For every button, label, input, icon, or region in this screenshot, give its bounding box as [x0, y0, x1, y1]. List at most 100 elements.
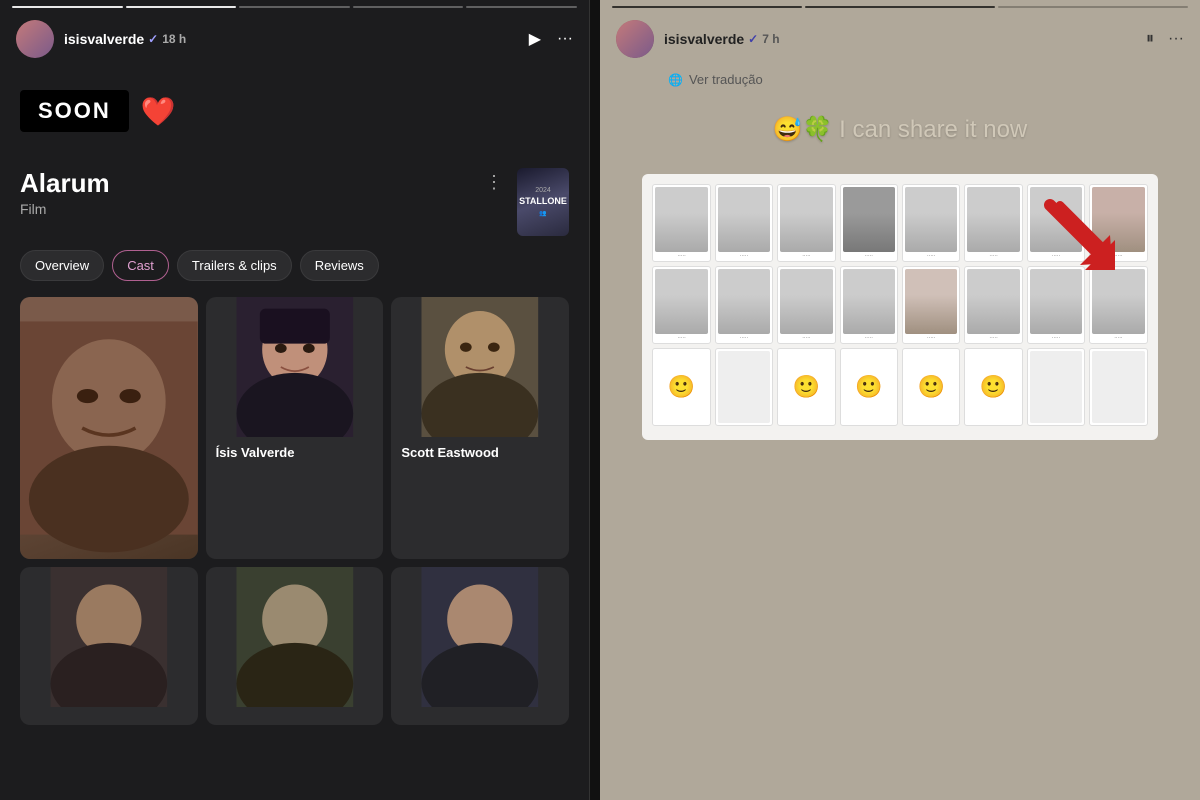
cast-info-6: [391, 707, 569, 725]
tab-reviews[interactable]: Reviews: [300, 250, 379, 281]
movie-more-icon[interactable]: ⋮: [481, 168, 507, 197]
board-photo-2-7: [1030, 269, 1082, 334]
story-header-right: isisvalverde ✓ 7 h ⏸ ···: [600, 8, 1200, 70]
tab-overview[interactable]: Overview: [20, 250, 104, 281]
board-item-3-8[interactable]: [1089, 348, 1147, 426]
pause-button[interactable]: ⏸: [1146, 30, 1154, 48]
tab-trailers[interactable]: Trailers & clips: [177, 250, 292, 281]
board-item-3-2[interactable]: [715, 348, 773, 426]
board-item-3-5[interactable]: 🙂: [902, 348, 960, 426]
cast-card-isis[interactable]: Ísis Valverde: [206, 297, 384, 559]
poster-title: STALLONE: [519, 196, 567, 207]
soon-content: SOON ❤️: [0, 70, 589, 152]
story-meta-right: isisvalverde ✓ 7 h: [664, 31, 1136, 47]
tab-cast[interactable]: Cast: [112, 250, 169, 281]
board-item-1-5[interactable]: ·····: [902, 184, 960, 262]
board-photo-1-2: [718, 187, 770, 252]
story-header-left: isisvalverde ✓ 18 h ▶ ···: [0, 8, 589, 70]
smiley-1: 🙂: [668, 351, 695, 423]
board-photo-2-6: [967, 269, 1019, 334]
movie-poster[interactable]: 2024 STALLONE 👥: [517, 168, 569, 236]
stallone-face-svg: [20, 297, 198, 559]
cast-photo-4: [20, 567, 198, 707]
board-item-3-7[interactable]: [1027, 348, 1085, 426]
board-item-2-8[interactable]: ·····: [1089, 266, 1147, 344]
arrow-container: [1040, 195, 1120, 275]
smiley-2: 🙂: [793, 351, 820, 423]
username-text-right: isisvalverde: [664, 31, 744, 47]
smiley-face-5: 🙂: [980, 374, 1007, 400]
board-name-2-3: ·····: [802, 335, 810, 341]
cast-photo-scott: [391, 297, 569, 437]
play-button[interactable]: ▶: [529, 29, 541, 49]
smiley-face-1: 🙂: [668, 374, 695, 400]
cast-photo-isis: [206, 297, 384, 437]
cast-card-scott[interactable]: Scott Eastwood: [391, 297, 569, 559]
more-button-right[interactable]: ···: [1168, 30, 1184, 48]
board-photo-2-1: [655, 269, 707, 334]
board-item-2-4[interactable]: ·····: [840, 266, 898, 344]
board-item-2-6[interactable]: ·····: [964, 266, 1022, 344]
story-controls-right: ⏸ ···: [1146, 30, 1184, 48]
board-photo-2-3: [780, 269, 832, 334]
board-name-2-5: ·····: [927, 335, 935, 341]
cast-card-stallone[interactable]: Sylvester Stallone Chester: [20, 297, 198, 559]
movie-section: Alarum Film ⋮ 2024 STALLONE 👥 Overview C…: [0, 152, 589, 800]
board-item-2-5[interactable]: ·····: [902, 266, 960, 344]
smiley-5: 🙂: [980, 351, 1007, 423]
board-name-2-7: ·····: [1052, 335, 1060, 341]
story-content: 😅🍀 I can share it now ·····: [600, 95, 1200, 800]
board-name-1-6: ·····: [989, 253, 997, 259]
story-time-left: 18 h: [162, 32, 186, 46]
progress-bars-left: [0, 0, 589, 8]
story-controls-left: ▶ ···: [529, 29, 573, 49]
board-item-3-6[interactable]: 🙂: [964, 348, 1022, 426]
verified-badge-right: ✓: [748, 32, 758, 46]
board-item-2-2[interactable]: ·····: [715, 266, 773, 344]
board-item-3-4[interactable]: 🙂: [840, 348, 898, 426]
board-item-2-1[interactable]: ·····: [652, 266, 710, 344]
board-photo-2-4: [843, 269, 895, 334]
cast-card-4[interactable]: [20, 567, 198, 725]
board-name-2-1: ·····: [677, 335, 685, 341]
board-item-3-3[interactable]: 🙂: [777, 348, 835, 426]
cast-card-5[interactable]: [206, 567, 384, 725]
right-panel: isisvalverde ✓ 7 h ⏸ ··· 🌐 Ver tradução …: [600, 0, 1200, 800]
board-item-2-7[interactable]: ·····: [1027, 266, 1085, 344]
left-panel: isisvalverde ✓ 18 h ▶ ··· SOON ❤️ Alarum…: [0, 0, 590, 800]
board-item-2-3[interactable]: ·····: [777, 266, 835, 344]
username-text-left: isisvalverde: [64, 31, 144, 47]
board-photo-3-8: [1092, 351, 1144, 423]
avatar-left[interactable]: [16, 20, 54, 58]
board-photo-1-6: [967, 187, 1019, 252]
board-item-1-2[interactable]: ·····: [715, 184, 773, 262]
translation-text[interactable]: Ver tradução: [689, 72, 763, 87]
board-item-3-1[interactable]: 🙂: [652, 348, 710, 426]
board-item-1-4[interactable]: ·····: [840, 184, 898, 262]
smiley-4: 🙂: [917, 351, 944, 423]
cast-photo-5: [206, 567, 384, 707]
scott-face-svg: [391, 297, 569, 437]
board-name-2-2: ·····: [740, 335, 748, 341]
board-item-1-3[interactable]: ·····: [777, 184, 835, 262]
board-photo-3-7: [1030, 351, 1082, 423]
cast-board-row-3: 🙂 🙂 🙂 🙂: [652, 348, 1147, 426]
poster-year: 2024: [535, 187, 551, 194]
translation-row[interactable]: 🌐 Ver tradução: [600, 70, 1200, 95]
heart-emoji: ❤️: [141, 95, 176, 128]
board-photo-3-2: [718, 351, 770, 423]
movie-title-block: Alarum Film: [20, 168, 110, 217]
board-item-1-1[interactable]: ·····: [652, 184, 710, 262]
avatar-right[interactable]: [616, 20, 654, 58]
board-item-1-6[interactable]: ·····: [964, 184, 1022, 262]
board-photo-1-1: [655, 187, 707, 252]
board-name-1-4: ·····: [865, 253, 873, 259]
movie-type: Film: [20, 201, 110, 217]
cast-photo-6: [391, 567, 569, 707]
cast-board-row-2: ····· ····· ·····: [652, 266, 1147, 344]
cast-card-6[interactable]: [391, 567, 569, 725]
more-button-left[interactable]: ···: [557, 30, 573, 48]
username-left: isisvalverde ✓ 18 h: [64, 31, 519, 47]
board-photo-2-2: [718, 269, 770, 334]
cast-info-scott: Scott Eastwood: [391, 437, 569, 474]
